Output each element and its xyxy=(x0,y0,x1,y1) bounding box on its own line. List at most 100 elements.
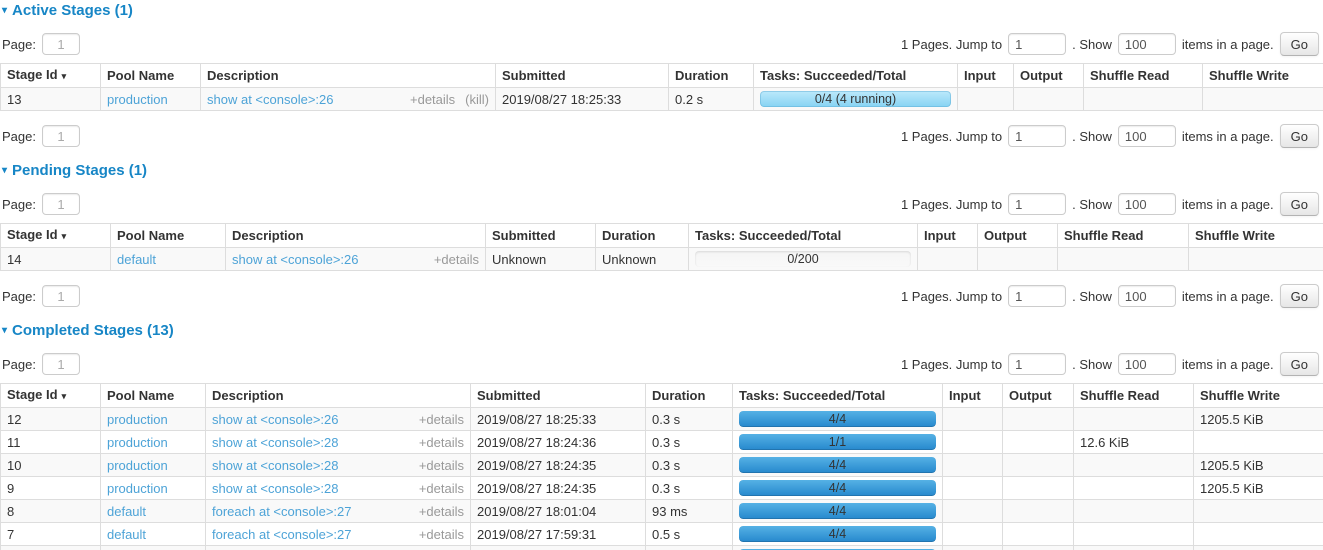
col-header-description[interactable]: Description xyxy=(226,224,486,248)
col-header-submitted[interactable]: Submitted xyxy=(471,384,646,408)
go-button[interactable]: Go xyxy=(1280,192,1319,216)
pool-link[interactable]: production xyxy=(107,92,168,107)
details-toggle-link[interactable]: +details xyxy=(419,527,464,542)
go-button[interactable]: Go xyxy=(1280,352,1319,376)
stage-description-link[interactable]: show at <console>:28 xyxy=(212,481,338,496)
completed-stages-header[interactable]: ▾ Completed Stages (13) xyxy=(2,322,1323,339)
stage-id-cell: 7 xyxy=(1,523,101,546)
details-toggle-link[interactable]: +details xyxy=(419,458,464,473)
col-header-label: Pool Name xyxy=(107,68,174,83)
stage-description-link[interactable]: show at <console>:28 xyxy=(212,458,338,473)
col-header-output[interactable]: Output xyxy=(1003,384,1074,408)
shuffle-write-cell xyxy=(1194,431,1323,454)
stage-description-link[interactable]: show at <console>:26 xyxy=(212,412,338,427)
shuffle-read-cell xyxy=(1074,477,1194,500)
col-header-shuffle-read[interactable]: Shuffle Read xyxy=(1084,64,1203,88)
pool-link[interactable]: default xyxy=(107,504,146,519)
details-toggle-link[interactable]: +details xyxy=(419,412,464,427)
items-per-page-input[interactable] xyxy=(1118,125,1176,147)
col-header-pool-name[interactable]: Pool Name xyxy=(101,384,206,408)
submitted-cell: 2019/08/27 17:56:10 xyxy=(471,546,646,550)
col-header-duration[interactable]: Duration xyxy=(646,384,733,408)
col-header-submitted[interactable]: Submitted xyxy=(486,224,596,248)
items-per-page-input[interactable] xyxy=(1118,193,1176,215)
items-per-page-input[interactable] xyxy=(1118,285,1176,307)
pool-link[interactable]: production xyxy=(107,412,168,427)
col-header-shuffle-write[interactable]: Shuffle Write xyxy=(1189,224,1323,248)
description-actions: +details xyxy=(419,435,464,450)
page-label: Page: xyxy=(2,37,36,52)
items-per-page-input[interactable] xyxy=(1118,353,1176,375)
description-cell: +detailsshow at <console>:28 xyxy=(206,546,471,550)
pool-link[interactable]: default xyxy=(107,527,146,542)
col-header-output[interactable]: Output xyxy=(1014,64,1084,88)
col-header-duration[interactable]: Duration xyxy=(596,224,689,248)
pool-link[interactable]: default xyxy=(117,252,156,267)
active-stages-header[interactable]: ▾ Active Stages (1) xyxy=(2,2,1323,19)
pool-name-cell: production xyxy=(101,88,201,111)
jump-to-page-input[interactable] xyxy=(1008,125,1066,147)
jump-to-page-input[interactable] xyxy=(1008,285,1066,307)
go-button[interactable]: Go xyxy=(1280,284,1319,308)
jump-to-page-input[interactable] xyxy=(1008,33,1066,55)
col-header-output[interactable]: Output xyxy=(978,224,1058,248)
col-header-shuffle-write[interactable]: Shuffle Write xyxy=(1194,384,1323,408)
page-number-input[interactable] xyxy=(42,353,80,375)
input-cell xyxy=(943,431,1003,454)
col-header-pool-name[interactable]: Pool Name xyxy=(101,64,201,88)
details-toggle-link[interactable]: +details xyxy=(434,252,479,267)
pool-link[interactable]: production xyxy=(107,458,168,473)
col-header-label: Stage Id xyxy=(7,67,58,82)
kill-link[interactable]: (kill) xyxy=(465,92,489,107)
details-toggle-link[interactable]: +details xyxy=(419,504,464,519)
go-button[interactable]: Go xyxy=(1280,124,1319,148)
page-number-input[interactable] xyxy=(42,125,80,147)
col-header-pool-name[interactable]: Pool Name xyxy=(111,224,226,248)
description-actions: +details xyxy=(419,458,464,473)
input-cell xyxy=(943,546,1003,550)
col-header-submitted[interactable]: Submitted xyxy=(496,64,669,88)
items-per-page-input[interactable] xyxy=(1118,33,1176,55)
col-header-tasks-succeeded-total[interactable]: Tasks: Succeeded/Total xyxy=(733,384,943,408)
details-toggle-link[interactable]: +details xyxy=(419,481,464,496)
page-label: Page: xyxy=(2,357,36,372)
details-toggle-link[interactable]: +details xyxy=(410,92,455,107)
stage-description-link[interactable]: show at <console>:28 xyxy=(212,435,338,450)
spark-stages-page: ▾ Active Stages (1) Page: 1 Pages. Jump … xyxy=(0,0,1323,550)
page-number-input[interactable] xyxy=(42,285,80,307)
col-header-description[interactable]: Description xyxy=(201,64,496,88)
pending-stages-header[interactable]: ▾ Pending Stages (1) xyxy=(2,162,1323,179)
page-number-input[interactable] xyxy=(42,33,80,55)
jump-to-page-input[interactable] xyxy=(1008,193,1066,215)
stage-id-cell: 14 xyxy=(1,248,111,271)
go-button[interactable]: Go xyxy=(1280,32,1319,56)
jump-to-page-input[interactable] xyxy=(1008,353,1066,375)
submitted-cell: 2019/08/27 17:59:31 xyxy=(471,523,646,546)
stage-description-link[interactable]: show at <console>:26 xyxy=(207,92,333,107)
col-header-stage-id[interactable]: Stage Id▾ xyxy=(1,224,111,248)
pages-info-label: 1 Pages. Jump to xyxy=(901,197,1002,212)
pool-link[interactable]: production xyxy=(107,435,168,450)
output-cell xyxy=(1003,454,1074,477)
col-header-input[interactable]: Input xyxy=(943,384,1003,408)
stage-description-link[interactable]: foreach at <console>:27 xyxy=(212,527,352,542)
stage-description-link[interactable]: show at <console>:26 xyxy=(232,252,358,267)
col-header-input[interactable]: Input xyxy=(958,64,1014,88)
col-header-description[interactable]: Description xyxy=(206,384,471,408)
col-header-shuffle-read[interactable]: Shuffle Read xyxy=(1074,384,1194,408)
col-header-shuffle-read[interactable]: Shuffle Read xyxy=(1058,224,1189,248)
details-toggle-link[interactable]: +details xyxy=(419,435,464,450)
col-header-input[interactable]: Input xyxy=(918,224,978,248)
col-header-label: Output xyxy=(1009,388,1052,403)
col-header-duration[interactable]: Duration xyxy=(669,64,754,88)
input-cell xyxy=(943,477,1003,500)
col-header-tasks-succeeded-total[interactable]: Tasks: Succeeded/Total xyxy=(754,64,958,88)
col-header-stage-id[interactable]: Stage Id▾ xyxy=(1,384,101,408)
col-header-label: Description xyxy=(212,388,284,403)
col-header-stage-id[interactable]: Stage Id▾ xyxy=(1,64,101,88)
col-header-tasks-succeeded-total[interactable]: Tasks: Succeeded/Total xyxy=(689,224,918,248)
col-header-shuffle-write[interactable]: Shuffle Write xyxy=(1203,64,1323,88)
stage-description-link[interactable]: foreach at <console>:27 xyxy=(212,504,352,519)
pool-link[interactable]: production xyxy=(107,481,168,496)
page-number-input[interactable] xyxy=(42,193,80,215)
